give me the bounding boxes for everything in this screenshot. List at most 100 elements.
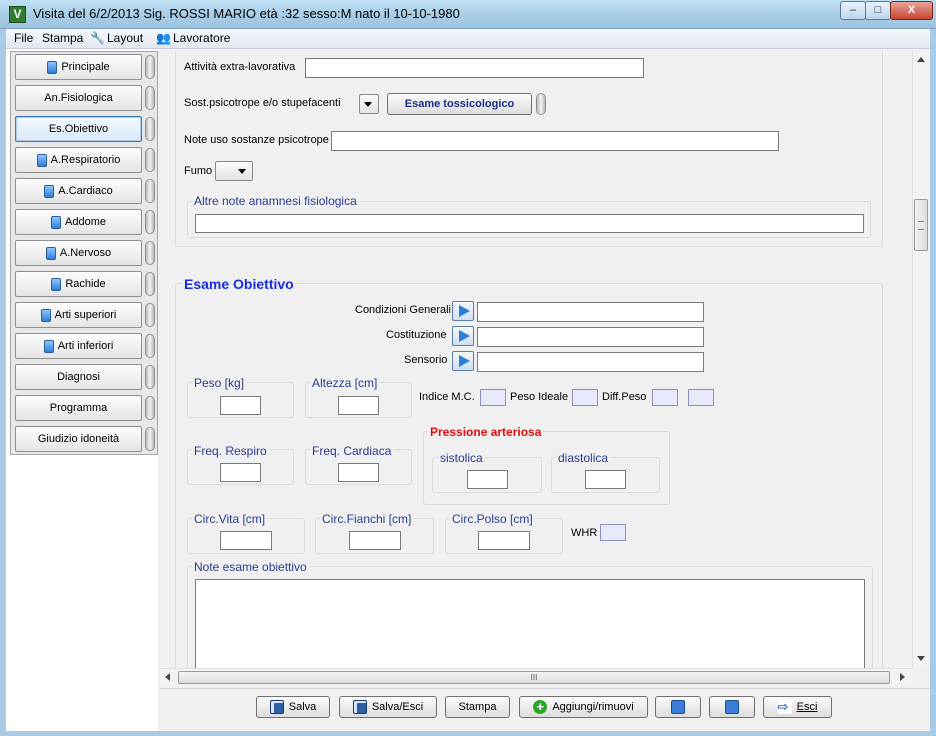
- sidebar-item-programma[interactable]: Programma: [15, 395, 142, 421]
- book-icon: [51, 215, 61, 229]
- close-button[interactable]: X: [890, 1, 933, 20]
- peso-ideale-label: Peso Ideale: [510, 391, 569, 403]
- bottom-toolbar: Salva Salva/Esci Stampa + Aggiungi/rimuo…: [160, 688, 930, 731]
- attivita-label: Attività extra-lavorativa: [184, 61, 296, 73]
- sidebar-item-principale[interactable]: Principale: [15, 54, 142, 80]
- plus-icon: +: [533, 700, 548, 714]
- exit-arrow-icon: ⇨: [777, 700, 792, 714]
- status-indicator: [145, 148, 155, 172]
- play-icon[interactable]: [452, 301, 474, 321]
- peso-legend: Peso [kg]: [192, 376, 247, 390]
- vertical-scroll-thumb[interactable]: [914, 199, 928, 251]
- freq-cardiaca-field[interactable]: [338, 463, 379, 482]
- scroll-up-icon[interactable]: [917, 57, 925, 62]
- sidebar-item-label: Es.Obiettivo: [48, 123, 109, 135]
- sidebar-item-addome[interactable]: Addome: [15, 209, 142, 235]
- sost-dropdown[interactable]: [359, 94, 379, 114]
- sidebar-item-label: Arti superiori: [54, 309, 117, 321]
- menu-lavoratore[interactable]: 👥 Lavoratore: [156, 31, 230, 45]
- save-exit-button[interactable]: Salva/Esci: [339, 696, 437, 718]
- exit-button[interactable]: ⇨ Esci: [763, 696, 832, 718]
- sidebar-item-label: Giudizio idoneità: [37, 433, 120, 445]
- altre-note-legend: Altre note anamnesi fisiologica: [192, 194, 359, 208]
- users-icon: 👥: [156, 31, 171, 45]
- horizontal-scroll-thumb[interactable]: III: [178, 671, 890, 684]
- sidebar-item-a-respiratorio[interactable]: A.Respiratorio: [15, 147, 142, 173]
- sidebar-item-es-obiettivo[interactable]: Es.Obiettivo: [15, 116, 142, 142]
- freq-cardiaca-legend: Freq. Cardiaca: [310, 444, 394, 458]
- window-frame-right: [930, 29, 936, 736]
- menu-layout[interactable]: 🔧 Layout: [90, 31, 143, 45]
- diff-peso-value: [652, 389, 678, 406]
- floppy-icon: [269, 700, 284, 714]
- status-indicator: [145, 241, 155, 265]
- maximize-button[interactable]: □: [865, 1, 891, 20]
- scroll-down-icon[interactable]: [917, 656, 925, 661]
- window-frame-left: [0, 29, 6, 736]
- sidebar-item-rachide[interactable]: Rachide: [15, 271, 142, 297]
- freq-respiro-field[interactable]: [220, 463, 261, 482]
- exit-label: Esci: [796, 701, 818, 713]
- diastolica-field[interactable]: [585, 470, 626, 489]
- minimize-button[interactable]: –: [840, 1, 866, 20]
- book-icon: [45, 246, 56, 260]
- play-icon[interactable]: [452, 351, 474, 371]
- edit-check-button[interactable]: [709, 696, 755, 718]
- print-button[interactable]: Stampa: [445, 696, 510, 718]
- whr-label: WHR: [571, 527, 598, 539]
- esame-tossicologico-button[interactable]: Esame tossicologico: [387, 93, 532, 115]
- scroll-right-icon[interactable]: [900, 673, 905, 681]
- freq-respiro-legend: Freq. Respiro: [192, 444, 269, 458]
- peso-field[interactable]: [220, 396, 261, 415]
- imc-label: Indice M.C.: [419, 391, 475, 403]
- circ-polso-field[interactable]: [478, 531, 530, 550]
- sidebar-item-a-cardiaco[interactable]: A.Cardiaco: [15, 178, 142, 204]
- sidebar-item-arti-superiori[interactable]: Arti superiori: [15, 302, 142, 328]
- sidebar-item-an-fisiologica[interactable]: An.Fisiologica: [15, 85, 142, 111]
- menu-lavoratore-label: Lavoratore: [173, 31, 231, 45]
- circ-vita-field[interactable]: [220, 531, 272, 550]
- vertical-scrollbar[interactable]: [912, 51, 929, 668]
- note-esame-field[interactable]: [195, 579, 865, 668]
- note-uso-field[interactable]: [331, 131, 779, 151]
- esame-tossicologico-label: Esame tossicologico: [404, 98, 515, 110]
- menu-stampa-label: Stampa: [42, 31, 84, 45]
- esame-obiettivo-title: Esame Obiettivo: [182, 276, 296, 292]
- status-indicator: [145, 86, 155, 110]
- app-icon: V: [9, 6, 26, 23]
- pressione-title: Pressione arteriosa: [428, 425, 544, 439]
- condizioni-field[interactable]: [477, 302, 704, 322]
- horizontal-scrollbar[interactable]: III: [160, 668, 912, 686]
- sensorio-label: Sensorio: [404, 354, 448, 366]
- note-esame-legend: Note esame obiettivo: [192, 560, 309, 574]
- sensorio-field[interactable]: [477, 352, 704, 372]
- sidebar-item-label: A.Nervoso: [59, 247, 112, 259]
- menu-stampa[interactable]: Stampa: [42, 31, 83, 45]
- save-label: Salva: [288, 701, 317, 713]
- fumo-dropdown[interactable]: [215, 161, 253, 181]
- sistolica-field[interactable]: [467, 470, 508, 489]
- sidebar-item-label: A.Cardiaco: [58, 185, 113, 197]
- sidebar-item-arti-inferiori[interactable]: Arti inferiori: [15, 333, 142, 359]
- altezza-field[interactable]: [338, 396, 379, 415]
- status-indicator: [145, 334, 155, 358]
- attivita-field[interactable]: [305, 58, 644, 78]
- costituzione-field[interactable]: [477, 327, 704, 347]
- menu-file[interactable]: File: [14, 31, 33, 45]
- sidebar-item-label: An.Fisiologica: [44, 92, 113, 104]
- scroll-left-icon[interactable]: [165, 673, 170, 681]
- play-icon[interactable]: [452, 326, 474, 346]
- save-button[interactable]: Salva: [256, 696, 330, 718]
- menu-file-label: File: [14, 31, 34, 45]
- sidebar-item-giudizio-idoneita[interactable]: Giudizio idoneità: [15, 426, 142, 452]
- diff-peso-extra: [688, 389, 714, 406]
- add-remove-button[interactable]: + Aggiungi/rimuovi: [519, 696, 648, 718]
- sidebar-item-diagnosi[interactable]: Diagnosi: [15, 364, 142, 390]
- sidebar-item-label: Principale: [61, 61, 110, 73]
- wrench-icon: 🔧: [90, 31, 105, 45]
- menu-bar: File Stampa 🔧 Layout 👥 Lavoratore: [6, 29, 930, 49]
- edit-button[interactable]: [655, 696, 701, 718]
- sidebar-item-a-nervoso[interactable]: A.Nervoso: [15, 240, 142, 266]
- altre-note-field[interactable]: [195, 214, 864, 233]
- circ-fianchi-field[interactable]: [349, 531, 401, 550]
